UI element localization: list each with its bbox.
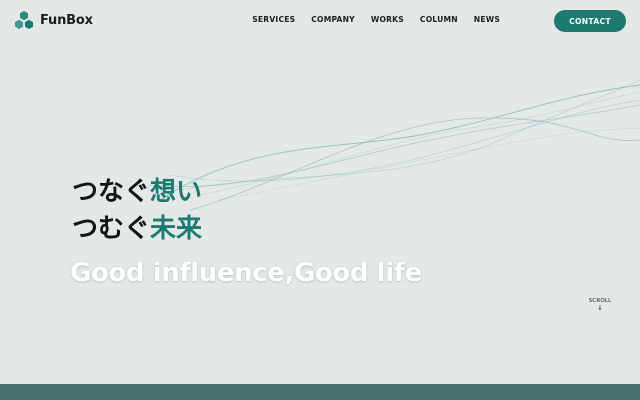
- brand-name: FunBox: [40, 12, 93, 28]
- hero-tagline: Good influence,Good life: [70, 258, 422, 288]
- site-header: FunBox SERVICES COMPANY WORKS COLUMN NEW…: [0, 0, 640, 42]
- scroll-indicator[interactable]: SCROLL ↓: [586, 298, 614, 312]
- hero-line-2: つむぐ未来: [72, 211, 202, 248]
- hexagon-cluster-icon: [15, 11, 33, 29]
- hero-line-1: つなぐ想い: [72, 174, 202, 211]
- nav-item-company[interactable]: COMPANY: [311, 15, 355, 24]
- nav-item-news[interactable]: NEWS: [474, 15, 500, 24]
- nav-item-services[interactable]: SERVICES: [252, 15, 295, 24]
- hero-heading: つなぐ想い つむぐ未来: [72, 174, 202, 248]
- nav-item-column[interactable]: COLUMN: [420, 15, 458, 24]
- arrow-down-icon: ↓: [597, 304, 603, 312]
- hero-line-2-plain: つむぐ: [72, 214, 151, 244]
- hero-line-1-accent: 想い: [150, 177, 203, 207]
- main-nav: SERVICES COMPANY WORKS COLUMN NEWS: [252, 15, 500, 24]
- brand-logo[interactable]: FunBox: [13, 10, 93, 30]
- footer-band: [0, 384, 640, 400]
- nav-item-works[interactable]: WORKS: [371, 15, 404, 24]
- hero-line-2-accent: 未来: [150, 214, 203, 244]
- contact-button[interactable]: CONTACT: [554, 10, 626, 32]
- hero-line-1-plain: つなぐ: [72, 177, 151, 207]
